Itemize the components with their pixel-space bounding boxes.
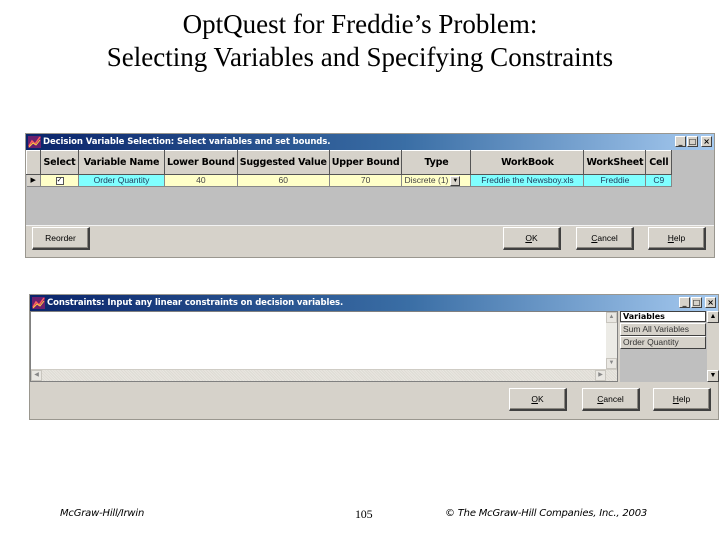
scroll-down-icon[interactable]: ▼ xyxy=(606,358,617,369)
decision-variable-grid-area: Select Variable Name Lower Bound Suggest… xyxy=(26,150,714,226)
variables-list: Variables Sum All Variables Order Quanti… xyxy=(620,311,719,382)
variables-scroll-down-icon[interactable]: ▼ xyxy=(707,370,719,382)
cancel-button[interactable]: Cancel xyxy=(576,227,634,250)
cancel-label: ancel xyxy=(603,394,624,404)
scroll-up-icon[interactable]: ▲ xyxy=(606,312,617,323)
ok-button[interactable]: OK xyxy=(509,388,567,411)
cancel-button[interactable]: Cancel xyxy=(582,388,640,411)
footer-page-number: 105 xyxy=(355,507,373,521)
grid-header-row: Select Variable Name Lower Bound Suggest… xyxy=(26,150,673,175)
column-header-suggested-value[interactable]: Suggested Value xyxy=(236,150,330,175)
help-label: elp xyxy=(673,233,686,243)
variables-scrollbar[interactable]: ▲ ▼ xyxy=(707,311,719,382)
footer-publisher: McGraw-Hill/Irwin xyxy=(60,508,145,519)
column-header-workbook[interactable]: WorkBook xyxy=(470,150,585,175)
current-row-indicator[interactable]: ▶ xyxy=(26,174,41,187)
help-label: elp xyxy=(678,394,691,404)
constraints-dialog: Constraints: Input any linear constraint… xyxy=(29,294,719,420)
variable-item-sum-all[interactable]: Sum All Variables xyxy=(620,323,706,336)
row-selector-header xyxy=(26,150,41,175)
column-header-lower-bound[interactable]: Lower Bound xyxy=(164,150,238,175)
column-header-variable-name[interactable]: Variable Name xyxy=(78,150,165,175)
close-button[interactable]: × xyxy=(705,297,716,308)
variables-list-header: Variables xyxy=(620,311,706,322)
help-button[interactable]: Help xyxy=(648,227,706,250)
suggested-value-cell[interactable]: 60 xyxy=(237,174,330,187)
table-row[interactable]: ▶ ✓ Order Quantity 40 60 70 Discrete (1)… xyxy=(26,174,673,187)
constraints-dialog-titlebar[interactable]: Constraints: Input any linear constraint… xyxy=(30,295,718,311)
scroll-right-icon[interactable]: ▶ xyxy=(595,370,606,381)
slide-title: OptQuest for Freddie’s Problem: Selectin… xyxy=(0,8,720,74)
cancel-label: ancel xyxy=(597,233,618,243)
slide-title-line-1: OptQuest for Freddie’s Problem: xyxy=(182,9,538,39)
column-header-worksheet[interactable]: WorkSheet xyxy=(583,150,647,175)
variable-name-cell[interactable]: Order Quantity xyxy=(78,174,165,187)
optquest-app-icon xyxy=(32,297,45,309)
constraints-vertical-scrollbar[interactable]: ▲ ▼ xyxy=(606,312,617,369)
footer-copyright: © The McGraw-Hill Companies, Inc., 2003 xyxy=(445,508,648,519)
reorder-button-label: Reorder xyxy=(45,233,76,243)
help-button[interactable]: Help xyxy=(653,388,711,411)
minimize-button[interactable]: _ xyxy=(679,297,690,308)
upper-bound-cell[interactable]: 70 xyxy=(329,174,403,187)
worksheet-cell[interactable]: Freddie xyxy=(583,174,647,187)
minimize-button[interactable]: _ xyxy=(675,136,686,147)
close-button[interactable]: × xyxy=(701,136,712,147)
lower-bound-cell[interactable]: 40 xyxy=(164,174,238,187)
ok-label: K xyxy=(537,394,544,404)
variables-scroll-up-icon[interactable]: ▲ xyxy=(707,311,719,323)
ok-mnemonic: O xyxy=(531,394,538,404)
column-header-upper-bound[interactable]: Upper Bound xyxy=(328,150,403,175)
type-select-value[interactable]: Discrete (1) xyxy=(404,175,448,185)
maximize-button[interactable]: □ xyxy=(691,297,702,308)
ok-label: K xyxy=(531,233,538,243)
select-checkbox[interactable]: ✓ xyxy=(55,176,64,185)
scroll-left-icon[interactable]: ◀ xyxy=(31,370,42,381)
maximize-button[interactable]: □ xyxy=(687,136,698,147)
column-header-select[interactable]: Select xyxy=(40,150,79,175)
workbook-cell[interactable]: Freddie the Newsboy.xls xyxy=(470,174,585,187)
constraints-dialog-title: Constraints: Input any linear constraint… xyxy=(47,298,344,308)
ok-mnemonic: O xyxy=(525,233,532,243)
type-cell[interactable]: Discrete (1) ▼ xyxy=(401,174,472,187)
type-dropdown-icon[interactable]: ▼ xyxy=(450,175,461,186)
slide-title-line-2: Selecting Variables and Specifying Const… xyxy=(106,42,614,72)
variable-item-order-quantity[interactable]: Order Quantity xyxy=(620,336,706,349)
column-header-cell[interactable]: Cell xyxy=(645,150,673,175)
optquest-app-icon xyxy=(28,136,41,148)
constraints-textarea[interactable]: ▲ ▼ ◀ ▶ xyxy=(30,311,618,382)
select-cell[interactable]: ✓ xyxy=(40,174,79,187)
decision-dialog-title: Decision Variable Selection: Select vari… xyxy=(43,137,331,147)
decision-dialog-titlebar[interactable]: Decision Variable Selection: Select vari… xyxy=(26,134,714,150)
reorder-button[interactable]: Reorder xyxy=(32,227,90,250)
decision-variable-dialog: Decision Variable Selection: Select vari… xyxy=(25,133,715,258)
decision-variable-grid: Select Variable Name Lower Bound Suggest… xyxy=(26,150,673,187)
column-header-type[interactable]: Type xyxy=(401,150,472,175)
cell-reference-cell[interactable]: C9 xyxy=(645,174,673,187)
constraints-horizontal-scrollbar[interactable]: ◀ ▶ xyxy=(31,369,617,381)
ok-button[interactable]: OK xyxy=(503,227,561,250)
